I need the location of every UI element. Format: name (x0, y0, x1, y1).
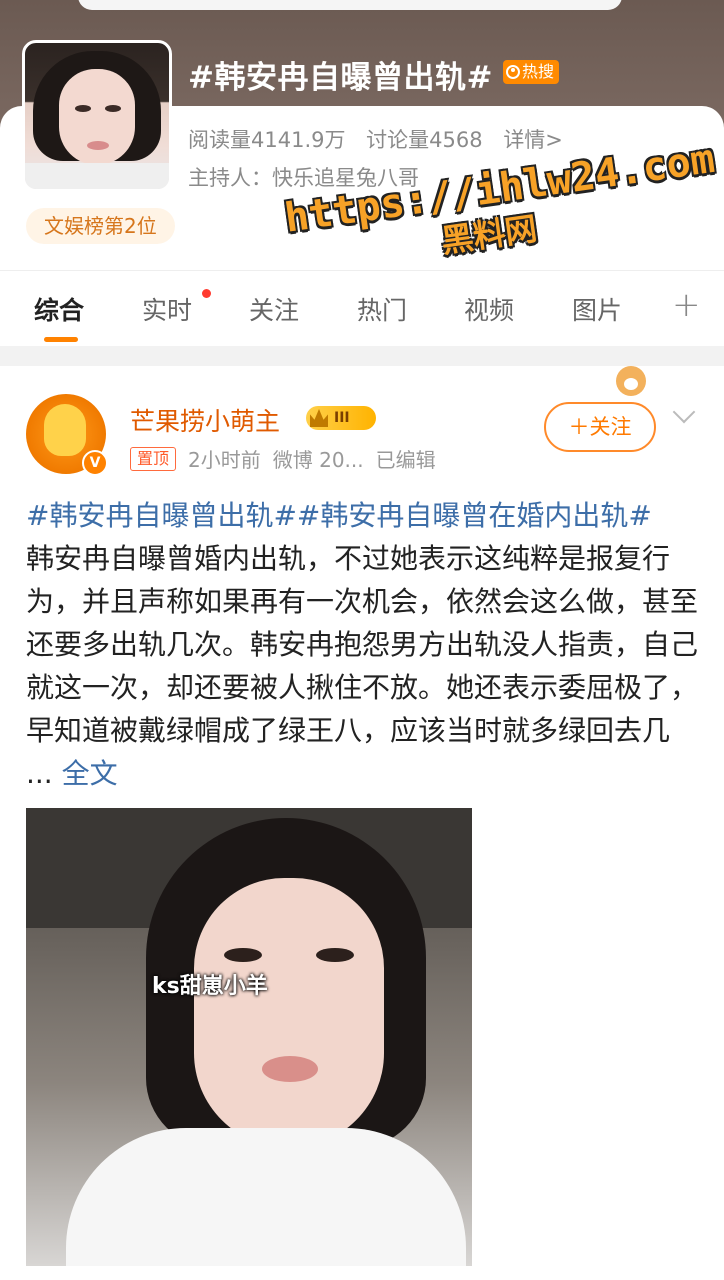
tab-hot[interactable]: 热门 (357, 291, 407, 327)
verified-icon: V (82, 450, 108, 476)
edited-label: 已编辑 (375, 448, 436, 472)
shiba-dog-icon (616, 366, 646, 396)
tab-realtime[interactable]: 实时 (142, 291, 192, 327)
post-source: 微博 20... (272, 448, 364, 472)
post-hashtags[interactable]: #韩安冉自曝曾出轨##韩安冉自曝曾在婚内出轨# (26, 499, 652, 532)
tab-images[interactable]: 图片 (572, 291, 622, 327)
details-link[interactable]: 详情> (503, 128, 563, 152)
hot-badge-label: 热搜 (522, 62, 555, 81)
active-tab-indicator (44, 337, 78, 342)
read-count: 阅读量4141.9万 (188, 128, 346, 152)
discussion-count: 讨论量4568 (366, 128, 483, 152)
search-bar[interactable] (78, 0, 622, 10)
rank-badge[interactable]: 文娱榜第2位 (26, 208, 175, 244)
tab-bar: 综合 实时 关注 热门 视频 图片 + (0, 270, 724, 346)
avatar[interactable]: V (26, 394, 108, 476)
member-level: III (334, 410, 350, 426)
post-video[interactable]: ks甜崽小羊 (26, 808, 472, 1266)
video-caption: ks甜崽小羊 (152, 974, 268, 999)
post-meta: 置顶 2小时前 微博 20... 已编辑 (130, 444, 436, 473)
crown-icon (310, 409, 328, 427)
pinned-tag: 置顶 (130, 446, 177, 471)
topic-title: #韩安冉自曝曾出轨# (188, 60, 493, 96)
tab-following[interactable]: 关注 (249, 291, 299, 327)
topic-stats: 阅读量4141.9万 讨论量4568 详情> (188, 124, 577, 154)
member-level-badge[interactable]: III (306, 406, 376, 430)
author-name[interactable]: 芒果捞小萌主 (130, 402, 280, 438)
full-text-link[interactable]: 全文 (62, 757, 118, 790)
follow-decoration (552, 366, 652, 402)
topic-cover-image[interactable] (22, 40, 172, 192)
new-dot-indicator (202, 289, 211, 298)
post-time: 2小时前 (188, 448, 261, 472)
hot-search-badge: 热搜 (503, 60, 560, 84)
hot-icon (506, 65, 520, 79)
follow-button[interactable]: ＋关注 (544, 402, 656, 452)
more-tabs-plus-icon[interactable]: + (672, 285, 701, 325)
tab-comprehensive[interactable]: 综合 (34, 291, 84, 327)
post-card: V 芒果捞小萌主 III 置顶 2小时前 微博 20... 已编辑 ＋关注 #韩… (0, 366, 724, 1280)
post-text: #韩安冉自曝曾出轨##韩安冉自曝曾在婚内出轨# 韩安冉自曝曾婚内出轨，不过她表示… (26, 494, 702, 795)
post-body: 韩安冉自曝曾婚内出轨，不过她表示这纯粹是报复行为，并且声称如果再有一次机会，依然… (26, 542, 699, 790)
tab-video[interactable]: 视频 (464, 291, 514, 327)
chevron-down-icon[interactable] (672, 400, 696, 424)
